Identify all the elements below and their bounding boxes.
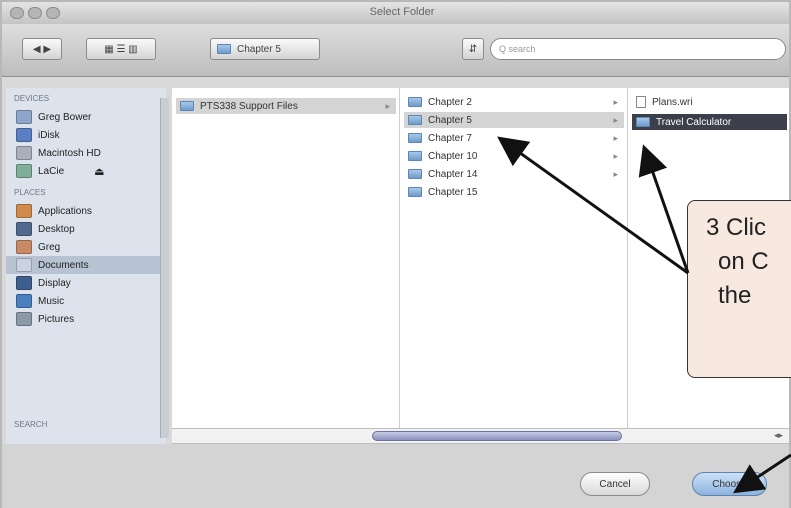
location-popup[interactable]: Chapter 5 bbox=[210, 38, 320, 60]
eject-icon[interactable]: ⏏ bbox=[94, 165, 104, 178]
folder-icon bbox=[408, 151, 422, 161]
close-window-icon[interactable] bbox=[10, 7, 24, 19]
callout-line-3: the bbox=[718, 282, 752, 309]
sidebar-item-label: Greg bbox=[38, 241, 61, 253]
horizontal-scrollbar[interactable]: ◂▸ bbox=[172, 428, 789, 444]
list-item[interactable]: PTS338 Support Files ▸ bbox=[176, 98, 396, 114]
sidebar-item-label: Display bbox=[38, 277, 71, 289]
browser-column-1: PTS338 Support Files ▸ bbox=[172, 88, 400, 428]
idisk-icon bbox=[16, 128, 32, 142]
sidebar-item-lacie[interactable]: LaCie ⏏ bbox=[16, 162, 156, 180]
browser-column-2: Chapter 2 ▸ Chapter 5 ▸ Chapter 7 ▸ Chap… bbox=[400, 88, 628, 428]
folder-icon bbox=[408, 97, 422, 107]
list-item-label: PTS338 Support Files bbox=[200, 100, 298, 112]
list-item[interactable]: Travel Calculator bbox=[632, 114, 787, 130]
list-item-label: Chapter 7 bbox=[428, 132, 472, 144]
sidebar-item-label: Macintosh HD bbox=[38, 147, 101, 159]
sidebar-item-label: Pictures bbox=[38, 313, 75, 325]
cancel-button[interactable]: Cancel bbox=[580, 472, 650, 496]
pictures-icon bbox=[16, 312, 32, 326]
chevron-right-icon: ▸ bbox=[613, 150, 618, 161]
documents-icon bbox=[16, 258, 32, 272]
select-folder-dialog: Select Folder ◀ ▶ ▦ ☰ ▥ Chapter 5 ⇵ Q se… bbox=[0, 0, 791, 508]
instruction-callout: 3 Clic on C the bbox=[687, 200, 791, 378]
sidebar-item-applications[interactable]: Applications bbox=[16, 202, 156, 220]
sidebar-item-label: Greg Bower bbox=[38, 111, 92, 123]
list-item-label: Plans.wri bbox=[652, 96, 693, 108]
title-bar: Select Folder bbox=[2, 2, 789, 25]
sidebar-item-documents[interactable]: Documents bbox=[6, 256, 166, 274]
list-item-label: Chapter 10 bbox=[428, 150, 478, 162]
sidebar-section-devices: DEVICES bbox=[14, 94, 50, 103]
list-item-label: Travel Calculator bbox=[656, 116, 732, 128]
list-item-label: Chapter 5 bbox=[428, 114, 472, 126]
list-item[interactable]: Chapter 5 ▸ bbox=[404, 112, 624, 128]
bottom-bar: Cancel Choose bbox=[2, 444, 789, 508]
display-icon bbox=[16, 276, 32, 290]
sidebar-item-label: Desktop bbox=[38, 223, 75, 235]
sidebar-item-label: Documents bbox=[38, 259, 89, 271]
search-input[interactable]: Q search bbox=[490, 38, 786, 60]
window-title: Select Folder bbox=[369, 6, 435, 18]
document-icon bbox=[636, 96, 646, 108]
home-icon bbox=[16, 240, 32, 254]
list-item-label: Chapter 14 bbox=[428, 168, 478, 180]
sidebar-item-label: Applications bbox=[38, 205, 92, 217]
folder-icon bbox=[408, 187, 422, 197]
chevron-right-icon: ▸ bbox=[613, 114, 618, 125]
sidebar-item-desktop[interactable]: Desktop bbox=[16, 220, 156, 238]
sidebar-item-label: Music bbox=[38, 295, 65, 307]
list-item-label: Chapter 2 bbox=[428, 96, 472, 108]
external-drive-icon bbox=[16, 164, 32, 178]
view-mode-buttons[interactable]: ▦ ☰ ▥ bbox=[86, 38, 156, 60]
list-item[interactable]: Chapter 10 ▸ bbox=[404, 148, 624, 164]
list-item[interactable]: Plans.wri bbox=[632, 94, 787, 110]
applications-icon bbox=[16, 204, 32, 218]
sidebar: DEVICES Greg Bower iDisk Macintosh HD La… bbox=[6, 88, 169, 448]
list-item[interactable]: Chapter 2 ▸ bbox=[404, 94, 624, 110]
list-item[interactable]: Chapter 15 bbox=[404, 184, 624, 200]
sidebar-item-greg-bower[interactable]: Greg Bower bbox=[16, 108, 156, 126]
list-item[interactable]: Chapter 7 ▸ bbox=[404, 130, 624, 146]
chevron-right-icon: ▸ bbox=[385, 100, 390, 111]
scrollbar-thumb[interactable] bbox=[372, 431, 622, 441]
desktop-icon bbox=[16, 222, 32, 236]
folder-icon bbox=[408, 169, 422, 179]
folder-icon bbox=[636, 117, 650, 127]
choose-button[interactable]: Choose bbox=[692, 472, 767, 496]
location-label: Chapter 5 bbox=[237, 43, 281, 55]
zoom-window-icon[interactable] bbox=[46, 7, 60, 19]
chevron-right-icon: ▸ bbox=[613, 96, 618, 107]
chevron-right-icon: ▸ bbox=[613, 168, 618, 179]
search-placeholder: Q search bbox=[499, 44, 536, 54]
sidebar-item-idisk[interactable]: iDisk bbox=[16, 126, 156, 144]
list-item-label: Chapter 15 bbox=[428, 186, 478, 198]
sidebar-item-macintosh-hd[interactable]: Macintosh HD bbox=[16, 144, 156, 162]
sidebar-section-places: PLACES bbox=[14, 188, 46, 197]
folder-icon bbox=[217, 44, 231, 54]
callout-line-1: 3 Clic bbox=[706, 214, 767, 241]
chevron-right-icon: ▸ bbox=[613, 132, 618, 143]
sidebar-item-music[interactable]: Music bbox=[16, 292, 156, 310]
sidebar-item-display[interactable]: Display bbox=[16, 274, 156, 292]
sidebar-item-pictures[interactable]: Pictures bbox=[16, 310, 156, 328]
back-forward-button[interactable]: ◀ ▶ bbox=[22, 38, 62, 60]
folder-icon bbox=[408, 133, 422, 143]
sidebar-section-search: SEARCH bbox=[14, 420, 48, 429]
sidebar-scrollbar[interactable] bbox=[160, 98, 169, 438]
sidebar-item-label: LaCie bbox=[38, 165, 65, 177]
callout-line-2: on C bbox=[718, 248, 769, 275]
list-item[interactable]: Chapter 14 ▸ bbox=[404, 166, 624, 182]
hard-drive-icon bbox=[16, 146, 32, 160]
toolbar: ◀ ▶ ▦ ☰ ▥ Chapter 5 ⇵ Q search bbox=[2, 24, 789, 77]
music-icon bbox=[16, 294, 32, 308]
folder-icon bbox=[180, 101, 194, 111]
sidebar-item-greg[interactable]: Greg bbox=[16, 238, 156, 256]
minimize-window-icon[interactable] bbox=[28, 7, 42, 19]
path-popup-button[interactable]: ⇵ bbox=[462, 38, 484, 60]
folder-icon bbox=[408, 115, 422, 125]
sidebar-item-label: iDisk bbox=[38, 129, 60, 141]
scroll-arrows-icon[interactable]: ◂▸ bbox=[774, 430, 783, 441]
computer-icon bbox=[16, 110, 32, 124]
